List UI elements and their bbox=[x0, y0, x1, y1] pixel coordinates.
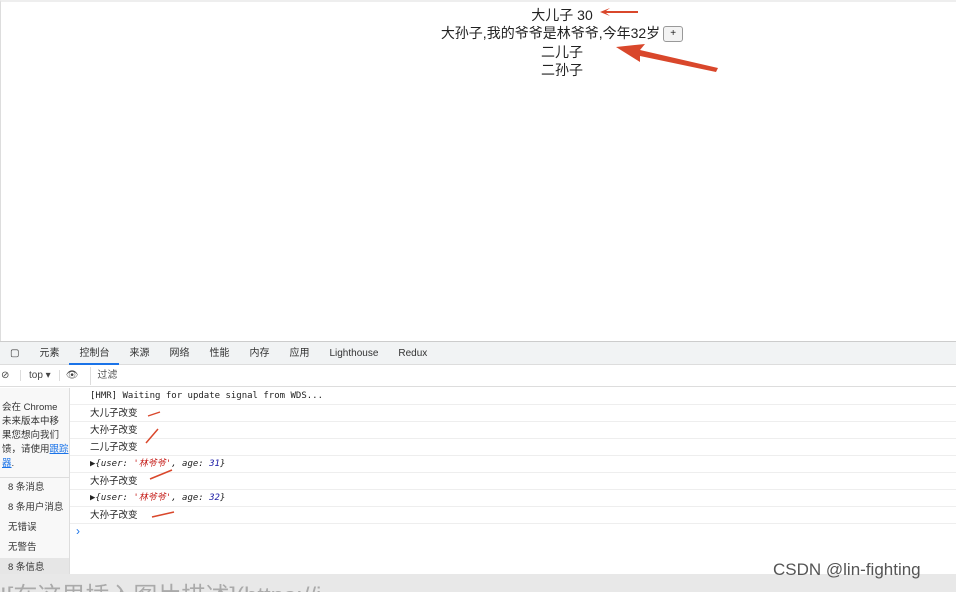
sidebar-item-messages[interactable]: 8 条消息 bbox=[0, 478, 69, 498]
deprecation-notice: 会在 Chrome 未来版本中移 果您想向我们 馈，请使用跟踪器. bbox=[0, 388, 69, 478]
watermark: CSDN @lin-fighting bbox=[773, 560, 921, 579]
second-grandson-text: 二孙子 bbox=[541, 62, 583, 78]
eldest-grandson-line: 大孙子,我的爷爷是林爷爷,今年32岁 + bbox=[1, 23, 956, 43]
eye-icon[interactable]: 👁 bbox=[60, 370, 85, 381]
tab-performance[interactable]: 性能 bbox=[199, 342, 239, 365]
second-son-text: 二儿子 bbox=[541, 44, 583, 60]
inspect-icon[interactable]: ▢ bbox=[0, 342, 29, 365]
tab-network[interactable]: 网络 bbox=[159, 342, 199, 365]
devtools-tabs: ▢ 元素 控制台 来源 网络 性能 内存 应用 Lighthouse Redux bbox=[0, 342, 956, 365]
tab-redux[interactable]: Redux bbox=[388, 342, 437, 365]
console-message: 大孙子改变 bbox=[70, 507, 956, 524]
sidebar-item-user-messages[interactable]: 8 条用户消息 bbox=[0, 498, 69, 518]
console-output: [HMR] Waiting for update signal from WDS… bbox=[70, 388, 956, 538]
console-object[interactable]: ▶{user: '林爷爷', age: 32} bbox=[70, 490, 956, 507]
eldest-son-text: 大儿子 30 bbox=[531, 7, 593, 23]
filter-input[interactable]: 过滤 bbox=[90, 366, 956, 385]
sidebar-item-errors[interactable]: 无错误 bbox=[0, 518, 69, 538]
console-prompt[interactable]: › bbox=[70, 524, 956, 538]
tab-console[interactable]: 控制台 bbox=[69, 342, 120, 365]
rendered-page: 大儿子 30 大孙子,我的爷爷是林爷爷,今年32岁 + 二儿子 二孙子 bbox=[0, 0, 956, 341]
tab-elements[interactable]: 元素 bbox=[29, 342, 69, 365]
console-message: 二儿子改变 bbox=[70, 439, 956, 456]
increment-button[interactable]: + bbox=[663, 26, 684, 43]
clear-console-icon[interactable]: ⊘ bbox=[0, 370, 14, 381]
console-message: 大孙子改变 bbox=[70, 473, 956, 490]
devtools-panel: ▢ 元素 控制台 来源 网络 性能 内存 应用 Lighthouse Redux… bbox=[0, 341, 956, 578]
tab-memory[interactable]: 内存 bbox=[239, 342, 279, 365]
tab-lighthouse[interactable]: Lighthouse bbox=[319, 342, 388, 365]
context-selector[interactable]: top ▾ bbox=[20, 370, 60, 381]
eldest-grandson-text: 大孙子,我的爷爷是林爷爷,今年32岁 bbox=[440, 25, 661, 41]
tab-application[interactable]: 应用 bbox=[279, 342, 319, 365]
console-toolbar: ⊘ top ▾ 👁 过滤 bbox=[0, 365, 956, 387]
sidebar-item-warnings[interactable]: 无警告 bbox=[0, 538, 69, 558]
console-object[interactable]: ▶{user: '林爷爷', age: 31} bbox=[70, 456, 956, 473]
console-message: [HMR] Waiting for update signal from WDS… bbox=[70, 388, 956, 405]
tab-sources[interactable]: 来源 bbox=[119, 342, 159, 365]
console-message: 大孙子改变 bbox=[70, 422, 956, 439]
console-message: 大儿子改变 bbox=[70, 405, 956, 422]
console-sidebar: 会在 Chrome 未来版本中移 果您想向我们 馈，请使用跟踪器. 8 条消息 … bbox=[0, 388, 70, 578]
